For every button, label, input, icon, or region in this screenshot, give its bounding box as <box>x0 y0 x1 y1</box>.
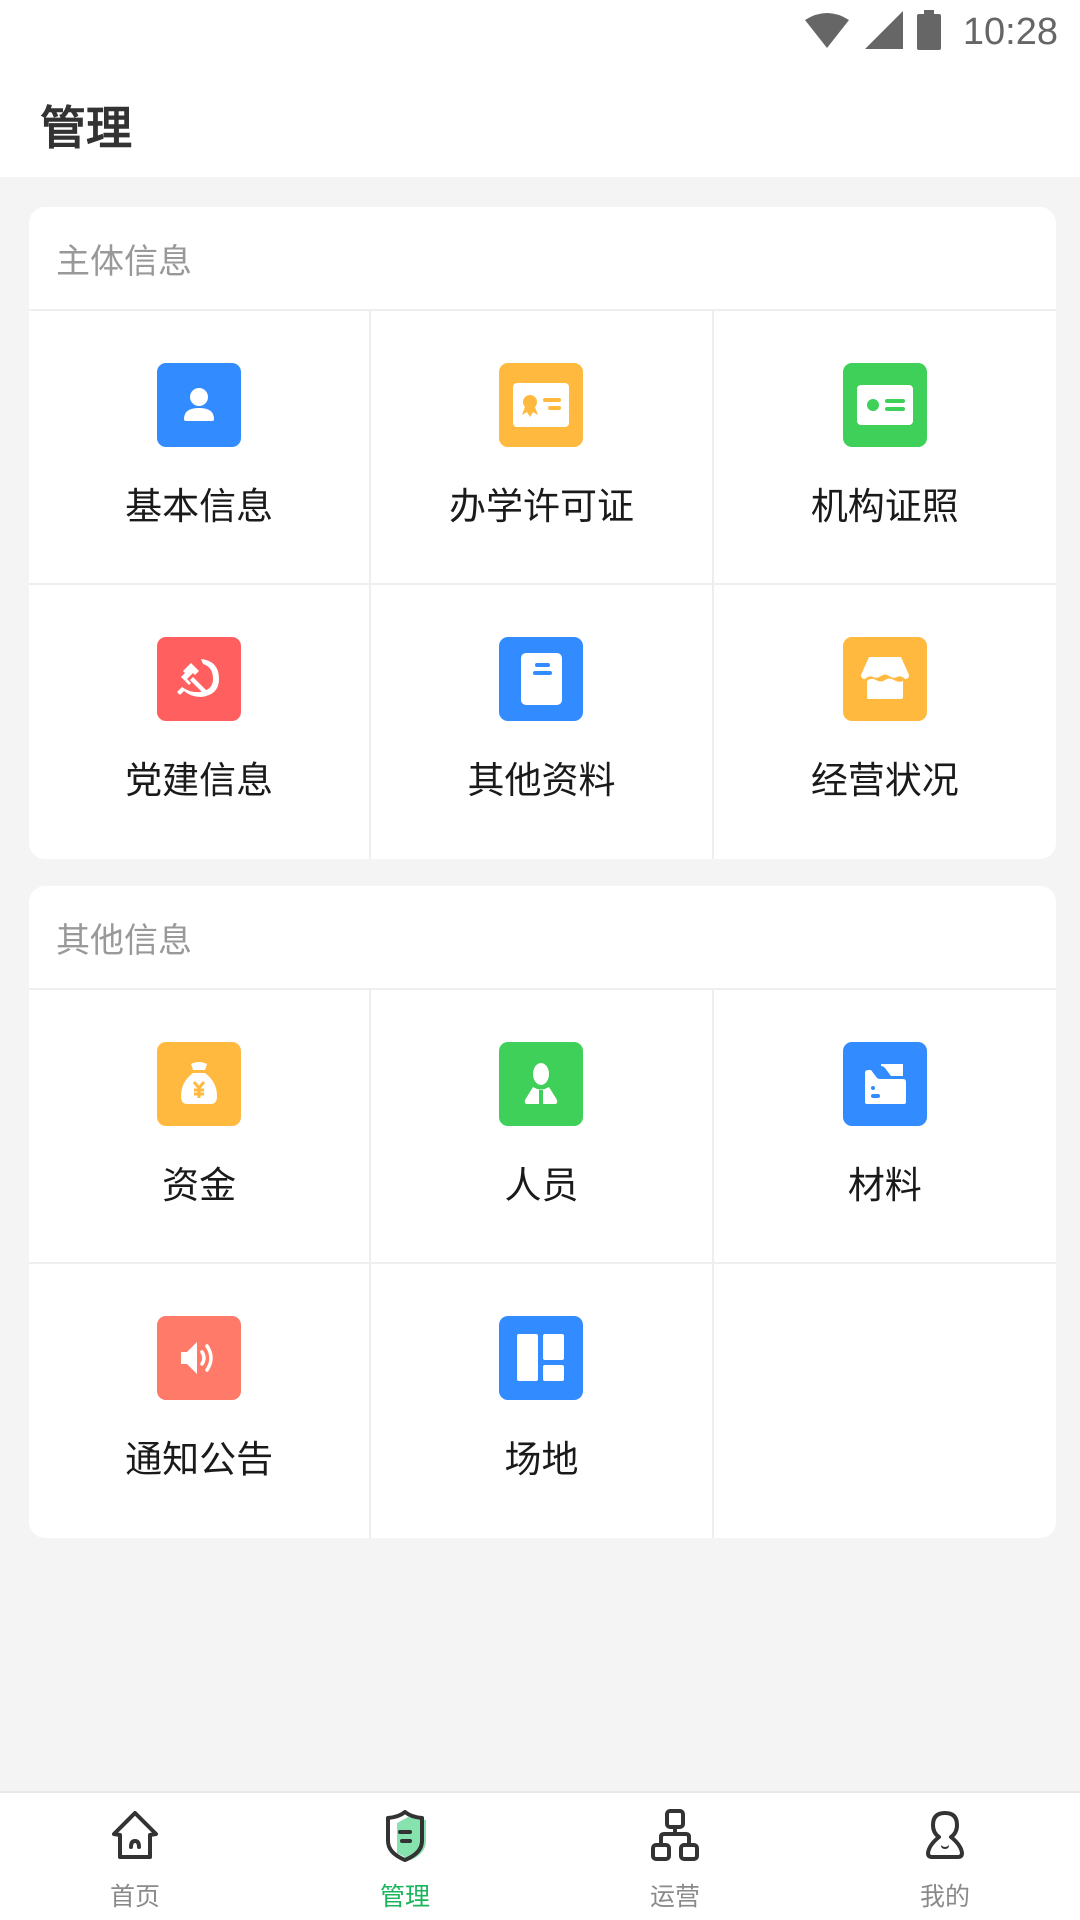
grid-item-basic-info[interactable]: 基本信息 <box>29 311 372 585</box>
grid-item-venue[interactable]: 场地 <box>371 1264 714 1538</box>
certificate-icon <box>499 363 584 447</box>
nav-item-home[interactable]: 首页 <box>0 1793 270 1920</box>
grid-item-other-docs[interactable]: 其他资料 <box>371 585 714 859</box>
shield-icon <box>373 1803 437 1867</box>
nav-item-manage[interactable]: 管理 <box>270 1793 540 1920</box>
grid-item-label: 党建信息 <box>125 759 274 802</box>
status-time: 10:28 <box>962 10 1058 53</box>
grid-item-label: 通知公告 <box>125 1438 274 1481</box>
staff-icon <box>499 1042 584 1126</box>
section-card-main-info: 主体信息 基本信息 办学许可证 机构证照 党建信息 其他资料 经营状况 <box>29 207 1056 859</box>
money-bag-icon <box>157 1042 242 1126</box>
shop-icon <box>842 637 927 721</box>
battery-icon <box>916 10 941 54</box>
nav-label: 首页 <box>109 1882 160 1911</box>
grid-item-staff[interactable]: 人员 <box>371 990 714 1264</box>
nav-item-operations[interactable]: 运营 <box>540 1793 810 1920</box>
nav-label: 我的 <box>919 1882 970 1911</box>
nav-label: 管理 <box>379 1882 430 1911</box>
speaker-icon <box>157 1316 242 1400</box>
grid-item-label: 基本信息 <box>125 485 274 528</box>
grid-item-school-license[interactable]: 办学许可证 <box>371 311 714 585</box>
grid-item-label: 其他资料 <box>467 759 616 802</box>
grid-item-label: 资金 <box>162 1164 237 1207</box>
cell-signal-icon <box>864 11 903 53</box>
home-icon <box>103 1803 167 1867</box>
document-icon <box>499 637 584 721</box>
grid-item-empty <box>714 1264 1056 1538</box>
id-card-icon <box>842 363 927 447</box>
page-title: 管理 <box>40 101 132 155</box>
grid-item-materials[interactable]: 材料 <box>713 990 1056 1264</box>
grid-item-label: 办学许可证 <box>448 485 634 528</box>
nav-item-mine[interactable]: 我的 <box>810 1793 1080 1920</box>
grid-item-label: 经营状况 <box>810 759 959 802</box>
grid-item-notices[interactable]: 通知公告 <box>29 1264 372 1538</box>
grid-item-funds[interactable]: 资金 <box>29 990 372 1264</box>
section-title: 其他信息 <box>29 886 1056 990</box>
user-icon <box>913 1803 977 1867</box>
section-title: 主体信息 <box>29 207 1056 311</box>
section-card-other-info: 其他信息 资金 人员 材料 通知公告 场地 <box>29 886 1056 1538</box>
bottom-nav: 首页 管理 运营 我的 <box>0 1791 1080 1920</box>
folder-icon <box>842 1042 927 1126</box>
hammer-sickle-icon <box>157 637 242 721</box>
grid-item-party-info[interactable]: 党建信息 <box>29 585 372 859</box>
app-bar: 管理 <box>0 64 1080 177</box>
grid-item-org-license[interactable]: 机构证照 <box>713 311 1056 585</box>
nav-label: 运营 <box>649 1882 700 1911</box>
grid-item-business-status[interactable]: 经营状况 <box>714 585 1056 859</box>
status-bar: 10:28 <box>0 0 1080 64</box>
layout-icon <box>499 1316 584 1400</box>
grid-item-label: 场地 <box>504 1438 579 1481</box>
grid-item-label: 机构证照 <box>810 485 959 528</box>
wifi-icon <box>803 12 851 52</box>
org-chart-icon <box>643 1803 707 1867</box>
person-icon <box>157 363 242 447</box>
grid-item-label: 材料 <box>847 1164 922 1207</box>
grid-item-label: 人员 <box>504 1164 579 1207</box>
